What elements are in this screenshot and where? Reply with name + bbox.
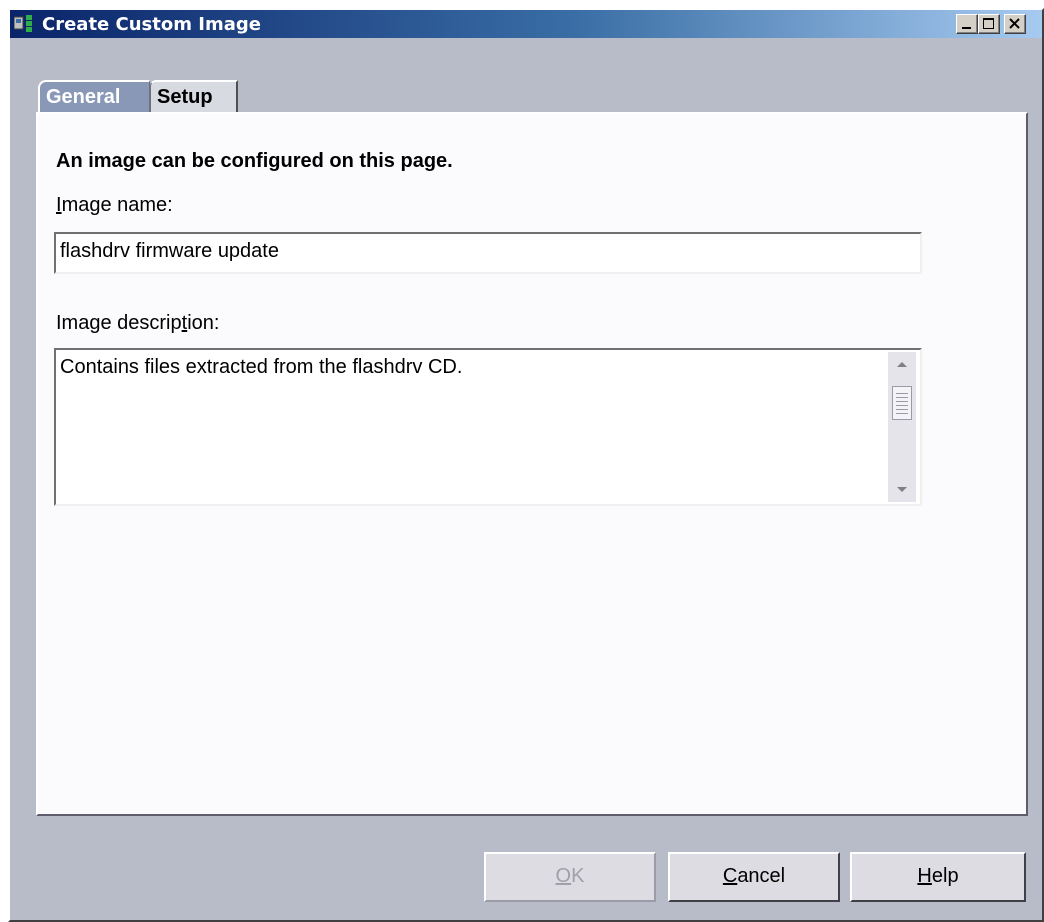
image-description-label-pre: Image descrip xyxy=(56,312,182,334)
maximize-button[interactable] xyxy=(978,14,1000,34)
image-name-value: flashdrv firmware update xyxy=(60,240,279,262)
description-scrollbar[interactable] xyxy=(888,352,916,502)
tab-general-label: General xyxy=(46,86,121,108)
cancel-label: ancel xyxy=(737,865,786,887)
image-description-value: Contains files extracted from the flashd… xyxy=(60,356,463,378)
image-description-label-post: ion: xyxy=(187,312,220,334)
scroll-down-button[interactable] xyxy=(888,478,916,502)
app-icon xyxy=(13,15,40,33)
help-button[interactable]: Help xyxy=(850,852,1026,902)
tab-general[interactable]: General xyxy=(38,80,150,112)
scroll-thumb[interactable] xyxy=(892,386,912,420)
general-tab-panel: An image can be configured on this page.… xyxy=(36,112,1028,816)
create-custom-image-dialog: Create Custom Image General Setup An ima… xyxy=(8,8,1044,922)
image-name-label-text: mage name: xyxy=(61,194,173,216)
close-button[interactable] xyxy=(1004,14,1026,34)
arrow-up-icon xyxy=(888,362,916,380)
ok-button[interactable]: OK xyxy=(484,852,656,902)
minimize-button[interactable] xyxy=(956,14,978,34)
help-label: elp xyxy=(931,865,959,887)
scroll-up-button[interactable] xyxy=(888,352,916,376)
page-heading: An image can be configured on this page. xyxy=(56,150,453,172)
image-name-input[interactable]: flashdrv firmware update xyxy=(54,232,922,274)
tab-setup-label: Setup xyxy=(157,86,213,108)
ok-mnemonic: O xyxy=(555,865,572,887)
image-description-label: Image description: xyxy=(56,312,219,335)
cancel-button[interactable]: Cancel xyxy=(668,852,840,902)
help-mnemonic: H xyxy=(917,865,932,887)
image-name-label: Image name: xyxy=(56,194,173,217)
cancel-mnemonic: C xyxy=(722,865,738,887)
image-description-textarea[interactable]: Contains files extracted from the flashd… xyxy=(54,348,922,506)
ok-label: K xyxy=(571,865,585,887)
window-title: Create Custom Image xyxy=(42,14,261,35)
arrow-down-icon xyxy=(888,487,916,506)
title-bar[interactable]: Create Custom Image xyxy=(10,10,1042,38)
tab-setup[interactable]: Setup xyxy=(150,80,238,112)
